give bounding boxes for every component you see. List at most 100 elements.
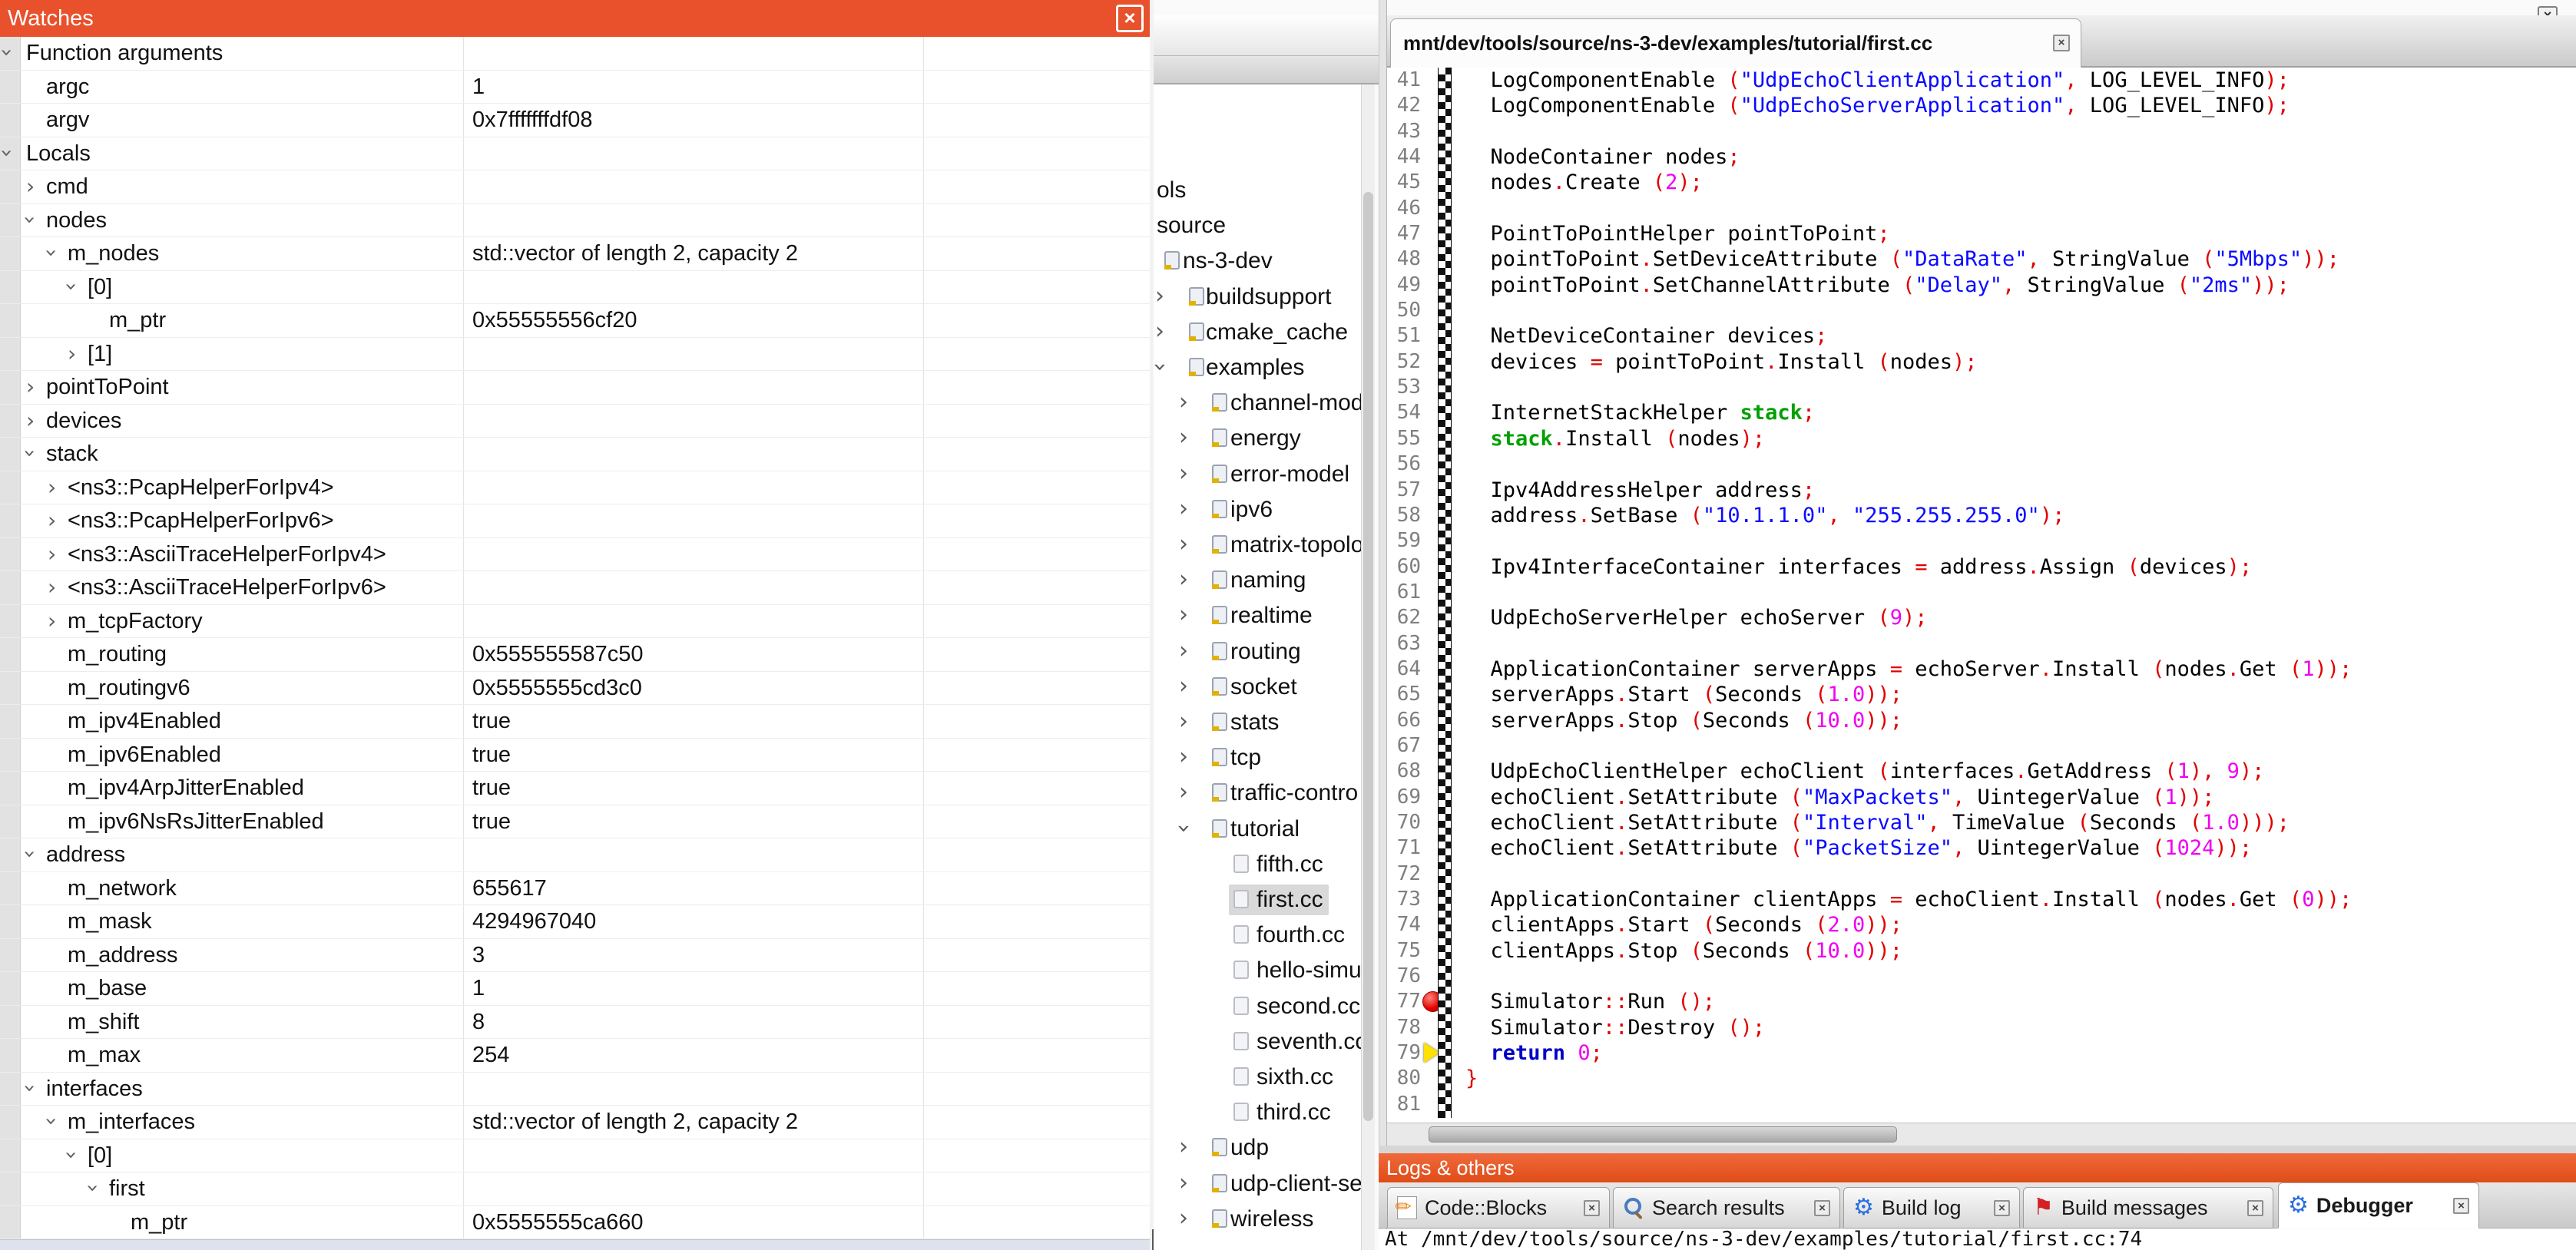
chevron-right-icon[interactable]: › — [48, 605, 56, 637]
tree-item-udp[interactable]: ›udp — [1154, 1130, 1361, 1166]
tree-item-seventh-cc[interactable]: seventh.cc — [1154, 1024, 1361, 1060]
watch-value[interactable]: 0x5555555ca660 — [472, 1206, 644, 1238]
tree-item-cmake-cache[interactable]: ›cmake_cache — [1154, 315, 1361, 350]
watch-row[interactable]: argc1 — [0, 71, 1150, 104]
close-icon[interactable]: × — [1116, 5, 1144, 32]
code-line-73[interactable]: 73 ApplicationContainer clientApps = ech… — [1387, 887, 2576, 912]
logs-tab-debugger[interactable]: ⚙Debugger× — [2278, 1182, 2479, 1229]
watch-row[interactable]: m_routingv60x5555555cd3c0 — [0, 672, 1150, 706]
watch-row[interactable]: m_ipv6NsRsJitterEnabledtrue — [0, 805, 1150, 839]
code-line-71[interactable]: 71 echoClient.SetAttribute ("PacketSize"… — [1387, 835, 2576, 861]
watch-row[interactable]: m_ipv4ArpJitterEnabledtrue — [0, 772, 1150, 805]
chevron-down-icon[interactable]: › — [78, 1184, 109, 1192]
code-line-72[interactable]: 72 — [1387, 861, 2576, 887]
tree-item-ipv6[interactable]: ›ipv6 — [1154, 492, 1361, 527]
tree-item-error-model[interactable]: ›error-model — [1154, 457, 1361, 492]
code-line-58[interactable]: 58 address.SetBase ("10.1.1.0", "255.255… — [1387, 503, 2576, 528]
chevron-down-icon[interactable]: › — [1167, 824, 1200, 833]
close-icon[interactable]: × — [1994, 1200, 2010, 1216]
watch-row[interactable]: ›[1] — [0, 338, 1150, 372]
code-line-63[interactable]: 63 — [1387, 631, 2576, 656]
watch-row[interactable]: m_mask4294967040 — [0, 905, 1150, 939]
chevron-right-icon[interactable]: › — [1179, 670, 1188, 703]
watch-value[interactable]: std::vector of length 2, capacity 2 — [472, 237, 798, 270]
watch-row[interactable]: ›cmd — [0, 170, 1150, 204]
chevron-right-icon[interactable]: › — [1179, 598, 1188, 632]
watches-title-bar[interactable]: Watches — [0, 0, 1150, 37]
chevron-down-icon[interactable]: › — [36, 1117, 68, 1126]
chevron-right-icon[interactable]: › — [1179, 563, 1188, 597]
code-line-75[interactable]: 75 clientApps.Stop (Seconds (10.0)); — [1387, 938, 2576, 964]
chevron-right-icon[interactable]: › — [26, 371, 35, 402]
watch-value[interactable]: 8 — [472, 1006, 485, 1038]
code-line-50[interactable]: 50 — [1387, 298, 2576, 323]
chevron-right-icon[interactable]: › — [1179, 385, 1188, 419]
chevron-right-icon[interactable]: › — [26, 405, 35, 436]
tree-item-hello-simul[interactable]: hello-simul — [1154, 953, 1361, 988]
code-line-78[interactable]: 78 Simulator::Destroy (); — [1387, 1015, 2576, 1040]
chevron-down-icon[interactable]: › — [15, 215, 46, 223]
watch-value[interactable]: true — [472, 805, 511, 838]
tree-item-tutorial[interactable]: ›tutorial — [1154, 812, 1361, 847]
watch-row[interactable]: ›m_nodesstd::vector of length 2, capacit… — [0, 237, 1150, 271]
watch-row[interactable]: ›first — [0, 1172, 1150, 1206]
watch-row[interactable]: m_ipv6Enabledtrue — [0, 739, 1150, 772]
editor-file-tab[interactable]: mnt/dev/tools/source/ns-3-dev/examples/t… — [1390, 18, 2081, 68]
debugger-margin-checker[interactable] — [1438, 68, 1452, 1118]
tree-item-buildsupport[interactable]: ›buildsupport — [1154, 279, 1361, 315]
watch-row[interactable]: ›[0] — [0, 271, 1150, 305]
watch-row[interactable]: m_base1 — [0, 972, 1150, 1006]
watch-row[interactable]: ›address — [0, 838, 1150, 872]
code-line-65[interactable]: 65 serverApps.Start (Seconds (1.0)); — [1387, 682, 2576, 707]
tree-item-naming[interactable]: ›naming — [1154, 563, 1361, 598]
code-line-69[interactable]: 69 echoClient.SetAttribute ("MaxPackets"… — [1387, 785, 2576, 810]
tree-item-realtime[interactable]: ›realtime — [1154, 598, 1361, 633]
code-line-74[interactable]: 74 clientApps.Start (Seconds (2.0)); — [1387, 912, 2576, 938]
code-line-67[interactable]: 67 — [1387, 733, 2576, 759]
chevron-right-icon[interactable]: › — [26, 170, 35, 202]
code-line-55[interactable]: 55 stack.Install (nodes); — [1387, 426, 2576, 451]
logs-panel-header[interactable]: Logs & others — [1379, 1153, 2576, 1182]
chevron-right-icon[interactable]: › — [1179, 705, 1188, 739]
tree-item-socket[interactable]: ›socket — [1154, 670, 1361, 705]
chevron-down-icon[interactable]: › — [0, 48, 23, 57]
watch-value[interactable]: 4294967040 — [472, 905, 596, 938]
logs-tab-code-blocks[interactable]: Code::Blocks× — [1387, 1187, 1610, 1229]
code-line-45[interactable]: 45 nodes.Create (2); — [1387, 170, 2576, 195]
code-line-53[interactable]: 53 — [1387, 375, 2576, 400]
watch-row[interactable]: ›nodes — [0, 204, 1150, 238]
tree-item-stats[interactable]: ›stats — [1154, 705, 1361, 740]
watch-row[interactable]: ›Function arguments — [0, 37, 1150, 71]
watch-value[interactable]: 1 — [472, 972, 485, 1004]
tree-item-first-cc[interactable]: first.cc — [1154, 882, 1361, 918]
chevron-right-icon[interactable]: › — [1179, 740, 1188, 774]
code-line-44[interactable]: 44 NodeContainer nodes; — [1387, 144, 2576, 170]
chevron-right-icon[interactable]: › — [1179, 421, 1188, 455]
chevron-right-icon[interactable]: › — [1179, 1130, 1188, 1164]
watch-row[interactable]: argv0x7fffffffdf08 — [0, 104, 1150, 137]
code-line-80[interactable]: 80} — [1387, 1066, 2576, 1091]
tree-item-examples[interactable]: ›examples — [1154, 350, 1361, 385]
tree-item-fourth-cc[interactable]: fourth.cc — [1154, 918, 1361, 953]
watch-row[interactable]: ›<ns3::AsciiTraceHelperForIpv4> — [0, 538, 1150, 572]
tree-item-sixth-cc[interactable]: sixth.cc — [1154, 1060, 1361, 1095]
chevron-right-icon[interactable]: › — [1155, 279, 1164, 313]
code-line-79[interactable]: 79 return 0; — [1387, 1040, 2576, 1066]
tree-item-traffic-contro[interactable]: ›traffic-contro — [1154, 775, 1361, 811]
watch-row[interactable]: ›pointToPoint — [0, 371, 1150, 405]
close-icon[interactable]: × — [1814, 1200, 1830, 1216]
chevron-right-icon[interactable]: › — [68, 338, 76, 369]
chevron-down-icon[interactable]: › — [0, 148, 23, 157]
watches-horizontal-scrollbar[interactable] — [0, 1239, 1150, 1250]
chevron-right-icon[interactable]: › — [1179, 492, 1188, 526]
chevron-right-icon[interactable]: › — [1179, 1166, 1188, 1200]
tree-item-ols[interactable]: ols — [1154, 173, 1361, 208]
watch-row[interactable]: m_ipv4Enabledtrue — [0, 705, 1150, 739]
watch-value[interactable]: 254 — [472, 1039, 509, 1071]
watch-value[interactable]: true — [472, 772, 511, 804]
tree-item-matrix-topolo[interactable]: ›matrix-topolo — [1154, 527, 1361, 563]
chevron-down-icon[interactable]: › — [15, 1083, 46, 1092]
chevron-right-icon[interactable]: › — [48, 504, 56, 536]
chevron-down-icon[interactable]: › — [15, 449, 46, 458]
chevron-right-icon[interactable]: › — [48, 571, 56, 603]
